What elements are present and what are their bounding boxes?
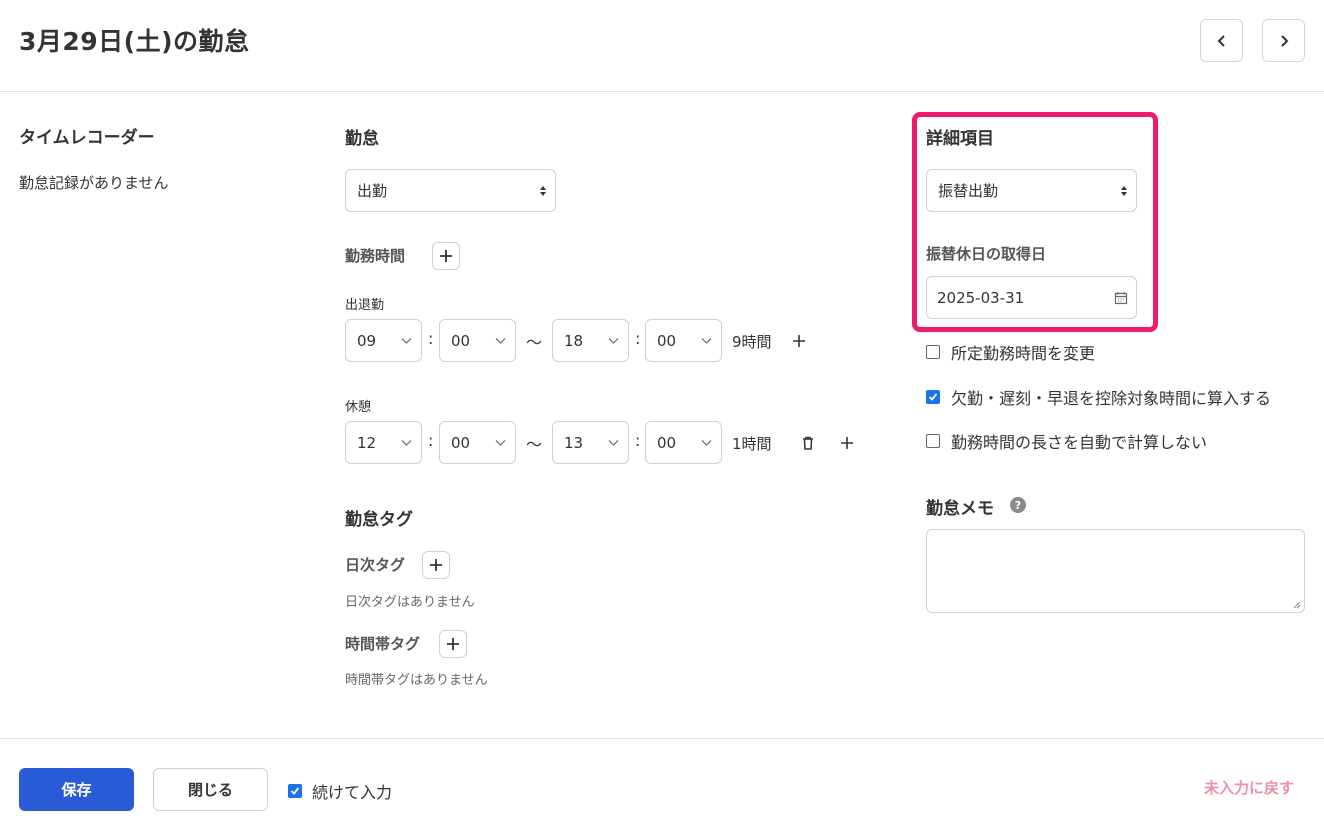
chevron-down-icon	[701, 337, 712, 344]
help-icon[interactable]: ?	[1010, 497, 1026, 513]
clock-out-minute-select[interactable]: 00	[645, 319, 722, 362]
timerecorder-empty-text: 勤怠記録がありません	[19, 174, 169, 192]
continue-input-label: 続けて入力	[312, 783, 393, 802]
save-button[interactable]: 保存	[19, 768, 134, 811]
add-clock-button[interactable]	[790, 332, 808, 350]
break-start-hour-select[interactable]: 12	[345, 421, 422, 464]
chevron-right-icon	[1280, 34, 1288, 47]
time-colon: :	[428, 431, 434, 450]
attendance-type-value: 出勤	[357, 182, 388, 200]
add-break-button[interactable]	[838, 434, 856, 452]
modal-header: 3月29日(土)の勤怠	[0, 0, 1324, 92]
clock-label: 出退勤	[345, 298, 385, 313]
add-work-hours-button[interactable]	[432, 242, 460, 270]
clock-duration: 9時間	[732, 333, 772, 351]
break-end-minute-value: 00	[657, 433, 677, 452]
close-button[interactable]: 閉じる	[153, 768, 268, 811]
deduct-label: 欠勤・遅刻・早退を控除対象時間に算入する	[951, 389, 1272, 408]
page-title: 3月29日(土)の勤怠	[19, 27, 250, 56]
calendar-icon[interactable]	[1114, 291, 1128, 305]
timeband-tags-empty: 時間帯タグはありません	[345, 673, 488, 688]
break-start-hour-value: 12	[357, 433, 377, 452]
chevron-left-icon	[1217, 34, 1225, 47]
select-arrows-icon	[1121, 185, 1127, 196]
plus-icon	[793, 335, 805, 347]
checkbox-box[interactable]	[288, 784, 302, 798]
clock-out-hour-select[interactable]: 18	[552, 319, 629, 362]
change-scheduled-checkbox[interactable]: 所定勤務時間を変更	[926, 340, 1095, 364]
chevron-down-icon	[608, 439, 619, 446]
clock-in-minute-select[interactable]: 00	[439, 319, 516, 362]
chevron-down-icon	[401, 439, 412, 446]
clock-out-minute-value: 00	[657, 331, 677, 350]
daily-tags-label: 日次タグ	[345, 556, 406, 574]
timerecorder-title: タイムレコーダー	[19, 128, 155, 148]
chevron-down-icon	[401, 337, 412, 344]
checkbox-box[interactable]	[926, 390, 940, 404]
break-label: 休憩	[345, 400, 372, 415]
break-end-hour-select[interactable]: 13	[552, 421, 629, 464]
transfer-date-label: 振替休日の取得日	[926, 245, 1047, 263]
chevron-down-icon	[608, 337, 619, 344]
resize-grip-icon[interactable]	[1292, 600, 1301, 609]
add-timeband-tag-button[interactable]	[439, 630, 467, 658]
memo-title: 勤怠メモ	[926, 499, 994, 519]
check-icon	[928, 393, 938, 401]
checkbox-box[interactable]	[926, 345, 940, 359]
chevron-down-icon	[495, 337, 506, 344]
clock-out-hour-value: 18	[564, 331, 584, 350]
break-duration: 1時間	[732, 435, 772, 453]
add-daily-tag-button[interactable]	[422, 551, 450, 579]
details-select[interactable]: 振替出勤	[926, 169, 1137, 212]
break-end-minute-select[interactable]: 00	[645, 421, 722, 464]
memo-textarea[interactable]	[926, 529, 1305, 613]
check-icon	[290, 787, 300, 795]
plus-icon	[447, 638, 459, 650]
prev-day-button[interactable]	[1200, 19, 1243, 62]
transfer-date-value: 2025-03-31	[937, 288, 1025, 307]
delete-break-button[interactable]	[799, 434, 817, 452]
time-range-tilde: 〜	[526, 333, 543, 352]
tags-title: 勤怠タグ	[345, 510, 413, 530]
break-start-minute-value: 00	[451, 433, 471, 452]
select-arrows-icon	[540, 185, 546, 196]
plus-icon	[440, 250, 452, 262]
time-colon: :	[635, 431, 641, 450]
time-colon: :	[428, 329, 434, 348]
time-colon: :	[635, 329, 641, 348]
plus-icon	[430, 559, 442, 571]
deduct-checkbox[interactable]: 欠勤・遅刻・早退を控除対象時間に算入する	[926, 385, 1271, 409]
clock-in-hour-select[interactable]: 09	[345, 319, 422, 362]
time-range-tilde: 〜	[526, 435, 543, 454]
break-end-hour-value: 13	[564, 433, 584, 452]
attendance-title: 勤怠	[345, 129, 379, 149]
chevron-down-icon	[701, 439, 712, 446]
work-hours-label: 勤務時間	[345, 247, 406, 265]
clock-in-hour-value: 09	[357, 331, 377, 350]
next-day-button[interactable]	[1262, 19, 1305, 62]
checkbox-box[interactable]	[926, 434, 940, 448]
transfer-date-input[interactable]: 2025-03-31	[926, 276, 1137, 319]
break-start-minute-select[interactable]: 00	[439, 421, 516, 464]
timeband-tags-label: 時間帯タグ	[345, 635, 421, 653]
chevron-down-icon	[495, 439, 506, 446]
details-title: 詳細項目	[926, 129, 994, 149]
change-scheduled-label: 所定勤務時間を変更	[951, 344, 1096, 363]
attendance-type-select[interactable]: 出勤	[345, 169, 556, 212]
continue-input-checkbox[interactable]: 続けて入力	[288, 779, 392, 803]
no-auto-calc-checkbox[interactable]: 勤務時間の長さを自動で計算しない	[926, 429, 1207, 453]
plus-icon	[841, 437, 853, 449]
trash-icon	[803, 436, 813, 450]
no-auto-calc-label: 勤務時間の長さを自動で計算しない	[951, 433, 1208, 452]
details-select-value: 振替出勤	[938, 182, 999, 200]
revert-to-empty-link[interactable]: 未入力に戻す	[1204, 777, 1294, 798]
clock-in-minute-value: 00	[451, 331, 471, 350]
daily-tags-empty: 日次タグはありません	[345, 595, 475, 610]
